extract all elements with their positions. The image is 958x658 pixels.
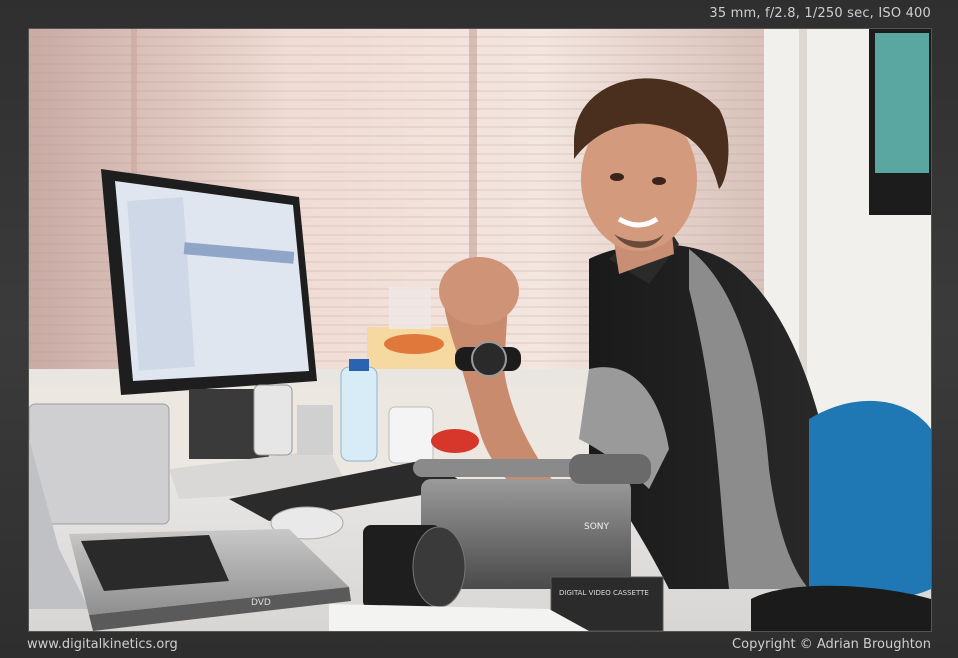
svg-text:DIGITAL VIDEO CASSETTE: DIGITAL VIDEO CASSETTE <box>559 589 649 597</box>
camcorder-brand: SONY <box>584 522 610 532</box>
exif-caption: 35 mm, f/2.8, 1/250 sec, ISO 400 <box>709 6 931 21</box>
water-bottle <box>340 366 378 462</box>
laptop-dvd-label: DVD <box>251 598 271 608</box>
copyright-caption: Copyright © Adrian Broughton <box>732 637 931 652</box>
photo-scene: DVD SONY DIGITAL VIDEO CASSETTE <box>29 29 931 631</box>
chair <box>809 400 931 601</box>
watch-icon <box>455 341 521 377</box>
photograph: DVD SONY DIGITAL VIDEO CASSETTE <box>28 28 932 632</box>
website-caption: www.digitalkinetics.org <box>27 637 178 652</box>
external-drive <box>29 403 170 525</box>
